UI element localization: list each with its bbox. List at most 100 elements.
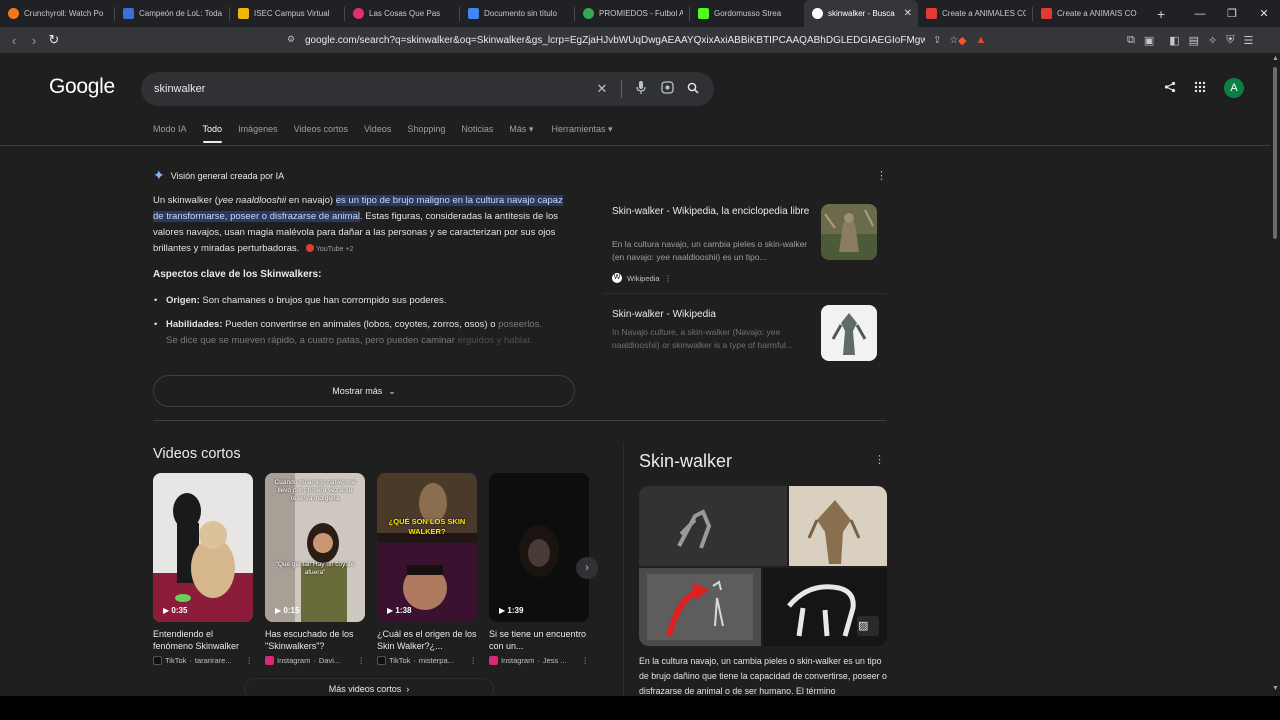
- browser-tab[interactable]: Las Cosas Que Pas: [345, 0, 459, 27]
- more-options-icon[interactable]: ⋮: [358, 656, 366, 665]
- brave-shield-icon[interactable]: ◆: [958, 34, 966, 47]
- share-icon[interactable]: [1164, 81, 1176, 96]
- source-chip[interactable]: YouTube +2: [305, 244, 353, 253]
- source-snippet: En la cultura navajo, un cambia pieles o…: [612, 239, 808, 262]
- ai-sparkle-icon: ✦: [153, 167, 165, 183]
- browser-tab[interactable]: ISEC Campus Virtual: [230, 0, 344, 27]
- more-short-videos-button[interactable]: Más videos cortos ›: [244, 678, 494, 696]
- leo-ai-icon[interactable]: ✧: [1208, 34, 1217, 47]
- vpn-icon[interactable]: ⛨: [1226, 34, 1234, 47]
- tab-shopping[interactable]: Shopping: [407, 124, 445, 142]
- source-card[interactable]: Skin-walker - Wikipedia, la enciclopedia…: [603, 196, 887, 294]
- more-options-icon[interactable]: ⋮: [665, 274, 673, 283]
- browser-tab-active[interactable]: skinwalker - Busca ✕: [804, 0, 918, 27]
- clear-search-icon[interactable]: ✕: [589, 81, 615, 97]
- browser-tab[interactable]: Documento sin título: [460, 0, 574, 27]
- browser-tab[interactable]: Crunchyroll: Watch Po: [0, 0, 114, 27]
- search-input[interactable]: skinwalker: [154, 83, 589, 95]
- rewards-icon[interactable]: ▲: [975, 34, 986, 46]
- scrollbar-thumb[interactable]: [1273, 67, 1277, 239]
- tab-videos[interactable]: Videos: [364, 124, 391, 142]
- search-box[interactable]: skinwalker ✕: [141, 72, 714, 106]
- video-meta: TikTok · tararirare... ⋮: [153, 656, 253, 665]
- window-controls: — ❐ ✕: [1184, 0, 1280, 27]
- extension-icon[interactable]: ⧉: [1127, 34, 1135, 47]
- video-caption[interactable]: Entendiendo el fenómeno Skinwalker: [153, 628, 253, 652]
- url-text: google.com/search?q=skinwalker&oq=Skinwa…: [305, 34, 925, 46]
- video-thumbnail[interactable]: Cuando mi amigo nativo me llevó por prim…: [265, 473, 365, 622]
- short-video-card[interactable]: ▶ 1:39 Si se tiene un encuentro con un..…: [489, 473, 589, 665]
- sidebar-icon[interactable]: ◧: [1169, 34, 1179, 47]
- shield-extensions: ◆ ▲: [958, 27, 986, 53]
- google-logo[interactable]: Google: [49, 75, 115, 99]
- close-tab-icon[interactable]: ✕: [904, 8, 912, 19]
- audio-favicon-icon: [353, 8, 364, 19]
- wallet-icon[interactable]: ▤: [1189, 34, 1199, 47]
- short-video-card[interactable]: ▶ 0:35 Entendiendo el fenómeno Skinwalke…: [153, 473, 253, 665]
- scroll-up-icon[interactable]: ▲: [1272, 55, 1279, 62]
- ai-overview-label: Visión general creada por IA: [170, 170, 285, 181]
- browser-tab[interactable]: Gordomusso Strea: [690, 0, 804, 27]
- microphone-icon[interactable]: [628, 80, 654, 98]
- tiktok-icon: [377, 656, 386, 665]
- minimize-icon[interactable]: —: [1184, 8, 1216, 20]
- tab-noticias[interactable]: Noticias: [461, 124, 493, 142]
- more-options-icon[interactable]: ⋮: [876, 169, 887, 182]
- instagram-icon: [489, 656, 498, 665]
- video-caption[interactable]: Has escuchado de los "Skinwalkers"?: [265, 628, 365, 652]
- video-thumbnail[interactable]: ¿QUÉ SON LOS SKIN WALKER? ▶ 1:38: [377, 473, 477, 622]
- tab-herramientas[interactable]: Herramientas ▾: [551, 124, 612, 142]
- tab-todo[interactable]: Todo: [202, 124, 222, 143]
- source-thumbnail[interactable]: [821, 204, 877, 260]
- video-thumbnail[interactable]: ▶ 0:35: [153, 473, 253, 622]
- reload-icon[interactable]: ↻: [44, 32, 64, 48]
- video-caption[interactable]: ¿Cuál es el origen de los Skin Walker?¿.…: [377, 628, 477, 652]
- close-window-icon[interactable]: ✕: [1248, 7, 1280, 20]
- source-title[interactable]: Skin-walker - Wikipedia, la enciclopedia…: [612, 204, 812, 219]
- folder-favicon-icon: [238, 8, 249, 19]
- new-tab-button[interactable]: +: [1157, 6, 1165, 22]
- address-bar[interactable]: ⚙ google.com/search?q=skinwalker&oq=Skin…: [253, 29, 1001, 51]
- image-search-icon[interactable]: ▨: [858, 619, 868, 632]
- more-options-icon[interactable]: ⋮: [582, 656, 590, 665]
- duration-badge: ▶ 0:35: [163, 606, 188, 615]
- tab-imagenes[interactable]: Imágenes: [238, 124, 278, 142]
- video-thumbnail[interactable]: ▶ 1:39: [489, 473, 589, 622]
- browser-tab[interactable]: Campeón de LoL: Toda: [115, 0, 229, 27]
- duration-badge: ▶ 0:15: [275, 606, 300, 615]
- scroll-down-icon[interactable]: ▼: [1272, 685, 1279, 692]
- short-video-card[interactable]: Cuando mi amigo nativo me llevó por prim…: [265, 473, 365, 665]
- apps-grid-icon[interactable]: [1194, 81, 1206, 96]
- more-options-icon[interactable]: ⋮: [874, 453, 885, 466]
- knowledge-panel-images[interactable]: ▨: [639, 486, 887, 646]
- browser-tab[interactable]: PROMIEDOS - Futbol A: [575, 0, 689, 27]
- forward-icon[interactable]: ›: [24, 33, 44, 48]
- carousel-next-button[interactable]: ›: [576, 557, 598, 579]
- video-caption[interactable]: Si se tiene un encuentro con un...: [489, 628, 589, 652]
- more-options-icon[interactable]: ⋮: [470, 656, 478, 665]
- site-info-icon[interactable]: ⚙: [287, 34, 295, 45]
- maximize-icon[interactable]: ❐: [1216, 7, 1248, 20]
- more-options-icon[interactable]: ⋮: [246, 656, 254, 665]
- source-thumbnail[interactable]: [821, 305, 877, 361]
- source-title[interactable]: Skin-walker - Wikipedia: [612, 307, 812, 322]
- browser-tab[interactable]: Create a ANIMAIS CO: [1033, 0, 1147, 27]
- menu-icon[interactable]: ☰: [1244, 34, 1254, 47]
- tab-videos-cortos[interactable]: Videos cortos: [294, 124, 348, 142]
- instagram-icon: [265, 656, 274, 665]
- page-scrollbar[interactable]: ▲ ▼: [1270, 53, 1280, 696]
- back-icon[interactable]: ‹: [4, 33, 24, 48]
- lens-camera-icon[interactable]: [654, 81, 680, 97]
- source-card[interactable]: Skin-walker - Wikipedia In Navajo cultur…: [603, 299, 887, 371]
- search-icon[interactable]: [680, 82, 706, 97]
- zoom-star-icon[interactable]: ☆: [949, 35, 958, 46]
- tab-search-icon[interactable]: ▣: [1144, 34, 1154, 47]
- account-avatar[interactable]: A: [1224, 78, 1244, 98]
- short-video-card[interactable]: ¿QUÉ SON LOS SKIN WALKER? ▶ 1:38 ¿Cuál e…: [377, 473, 477, 665]
- browser-tab[interactable]: Create a ANIMALES CO: [918, 0, 1032, 27]
- show-more-button[interactable]: Mostrar más ⌄: [153, 375, 575, 407]
- knowledge-panel-description: En la cultura navajo, un cambia pieles o…: [639, 656, 887, 696]
- tab-modo-ia[interactable]: Modo IA: [153, 124, 187, 142]
- tab-mas[interactable]: Más ▾: [509, 124, 533, 142]
- share-icon[interactable]: ⇪: [933, 35, 941, 46]
